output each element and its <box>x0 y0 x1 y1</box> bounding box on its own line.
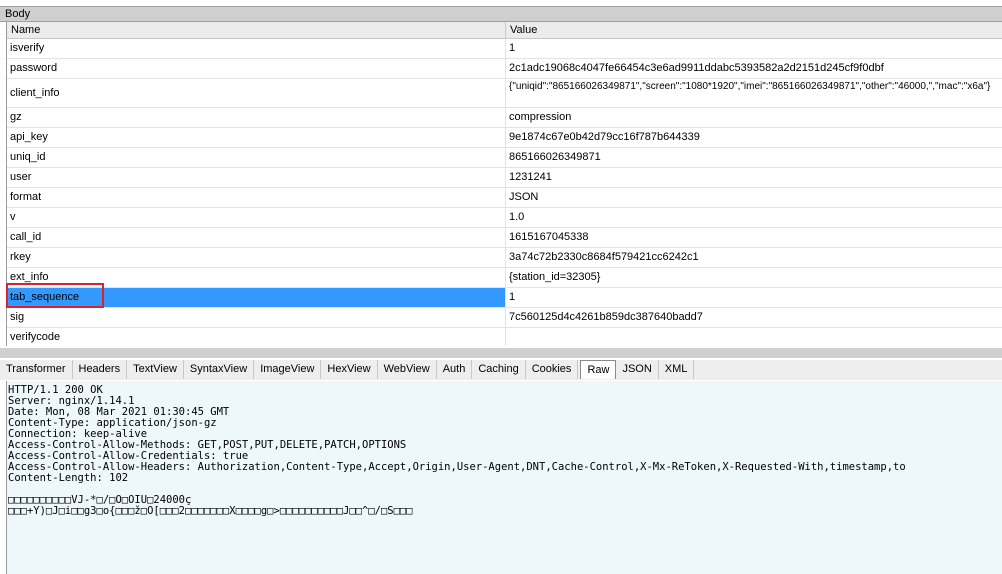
raw-line: □□□+Y)□J□i□□g3□o{□□□ž□O[□□□2□□□□□□□X□□□□… <box>8 505 413 517</box>
table-row[interactable]: gz compression <box>7 108 1002 128</box>
pane-splitter[interactable] <box>0 348 1002 358</box>
raw-line: HTTP/1.1 200 OK <box>8 384 103 396</box>
param-value[interactable]: 865166026349871 <box>506 148 1002 167</box>
table-row[interactable]: ext_info {station_id=32305} <box>7 268 1002 288</box>
body-section-header: Body <box>0 7 1002 22</box>
response-tabs: Transformer Headers TextView SyntaxView Imag… <box>0 360 1002 380</box>
param-name[interactable]: sig <box>7 308 506 327</box>
raw-line: Content-Length: 102 <box>8 472 129 484</box>
param-name[interactable]: password <box>7 59 506 78</box>
table-row[interactable]: rkey 3a74c72b2330c8684f579421cc6242c1 <box>7 248 1002 268</box>
table-row[interactable]: call_id 1615167045338 <box>7 228 1002 248</box>
section-title: Body <box>5 8 31 20</box>
table-row[interactable]: v 1.0 <box>7 208 1002 228</box>
tab-imageview[interactable]: ImageView <box>254 360 322 379</box>
tab-json[interactable]: JSON <box>616 360 659 379</box>
param-value[interactable]: 1231241 <box>506 168 1002 187</box>
raw-line: Access-Control-Allow-Headers: Authorizat… <box>8 461 906 473</box>
column-header-name[interactable]: Name <box>7 22 506 38</box>
table-row[interactable]: user 1231241 <box>7 168 1002 188</box>
param-name[interactable]: v <box>7 208 506 227</box>
param-name[interactable]: client_info <box>7 79 506 107</box>
table-row[interactable]: format JSON <box>7 188 1002 208</box>
param-name[interactable]: user <box>7 168 506 187</box>
param-value[interactable]: 1 <box>506 288 1002 307</box>
tab-webview[interactable]: WebView <box>378 360 437 379</box>
table-row[interactable]: sig 7c560125d4c4261b859dc387640badd7 <box>7 308 1002 328</box>
param-value[interactable]: 1 <box>506 39 1002 58</box>
param-value[interactable] <box>506 328 1002 346</box>
raw-line: Content-Type: application/json-gz <box>8 417 217 429</box>
table-row[interactable]: password 2c1adc19068c4047fe66454c3e6ad991… <box>7 59 1002 79</box>
tab-hexview[interactable]: HexView <box>321 360 378 379</box>
tab-transformer[interactable]: Transformer <box>0 360 73 379</box>
table-row[interactable]: isverify 1 <box>7 39 1002 59</box>
top-strip <box>0 0 1002 7</box>
table-row[interactable]: tab_sequence 1 <box>7 288 1002 308</box>
param-value[interactable]: {"uniqid":"865166026349871","screen":"10… <box>506 79 1002 107</box>
tab-auth[interactable]: Auth <box>437 360 473 379</box>
param-name[interactable]: isverify <box>7 39 506 58</box>
param-value[interactable]: JSON <box>506 188 1002 207</box>
grid-rows: isverify 1 password 2c1adc19068c4047fe66454… <box>7 39 1002 346</box>
tab-caching[interactable]: Caching <box>472 360 526 379</box>
tab-syntaxview[interactable]: SyntaxView <box>184 360 255 379</box>
tab-textview[interactable]: TextView <box>127 360 184 379</box>
red-highlight-box <box>6 283 104 308</box>
table-row[interactable]: uniq_id 865166026349871 <box>7 148 1002 168</box>
param-value[interactable]: {station_id=32305} <box>506 268 1002 287</box>
param-value[interactable]: 2c1adc19068c4047fe66454c3e6ad9911ddabc53… <box>506 59 1002 78</box>
grid-header: Name Value <box>7 22 1002 39</box>
table-row[interactable]: client_info {"uniqid":"865166026349871","… <box>7 79 1002 108</box>
table-row[interactable]: verifycode <box>7 328 1002 346</box>
param-name[interactable]: uniq_id <box>7 148 506 167</box>
param-value[interactable]: 9e1874c67e0b42d79cc16f787b644339 <box>506 128 1002 147</box>
param-value[interactable]: compression <box>506 108 1002 127</box>
tab-cookies[interactable]: Cookies <box>526 360 579 379</box>
raw-response-view[interactable]: HTTP/1.1 200 OK Server: nginx/1.14.1 Date:… <box>6 381 1002 574</box>
body-params-grid[interactable]: Name Value isverify 1 password 2c1adc19068c… <box>6 22 1002 346</box>
table-row[interactable]: api_key 9e1874c67e0b42d79cc16f787b644339 <box>7 128 1002 148</box>
param-name[interactable]: api_key <box>7 128 506 147</box>
tab-raw[interactable]: Raw <box>580 360 617 379</box>
param-value[interactable]: 7c560125d4c4261b859dc387640badd7 <box>506 308 1002 327</box>
tab-headers[interactable]: Headers <box>73 360 128 379</box>
param-name[interactable]: format <box>7 188 506 207</box>
param-name[interactable]: verifycode <box>7 328 506 346</box>
param-value[interactable]: 1615167045338 <box>506 228 1002 247</box>
param-name[interactable]: gz <box>7 108 506 127</box>
column-header-value[interactable]: Value <box>506 22 1002 38</box>
param-name[interactable]: rkey <box>7 248 506 267</box>
param-name[interactable]: call_id <box>7 228 506 247</box>
tab-xml[interactable]: XML <box>659 360 695 379</box>
param-value[interactable]: 1.0 <box>506 208 1002 227</box>
param-value[interactable]: 3a74c72b2330c8684f579421cc6242c1 <box>506 248 1002 267</box>
